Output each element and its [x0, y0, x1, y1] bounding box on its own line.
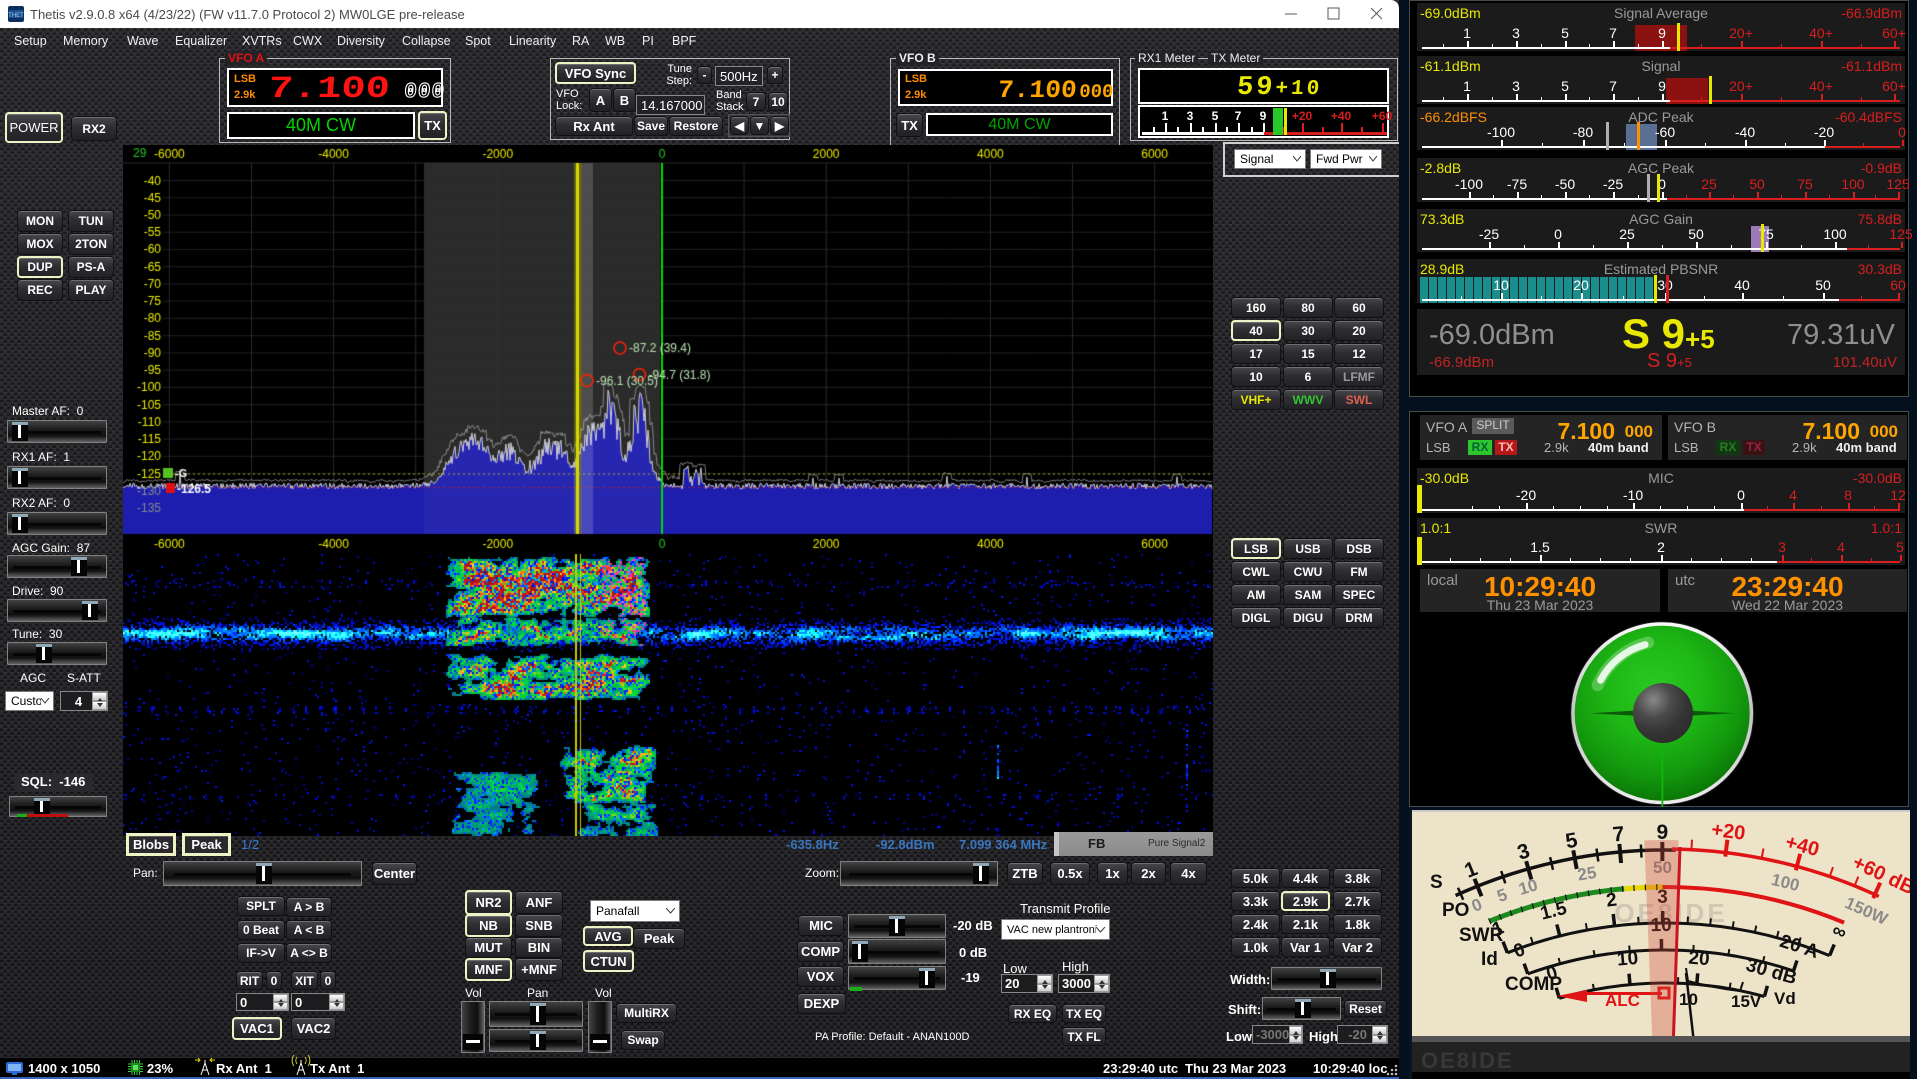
svg-text:OE8IDE: OE8IDE	[1421, 1048, 1514, 1073]
svg-text:THET: THET	[8, 13, 24, 19]
svg-text:7: 7	[1612, 823, 1626, 847]
svg-text:20: 20	[1688, 948, 1711, 971]
svg-text:SWR: SWR	[1459, 925, 1504, 946]
svg-text:S: S	[1430, 872, 1443, 893]
svg-text:+20: +20	[1710, 819, 1746, 845]
svg-text:10: 10	[1616, 948, 1639, 971]
svg-text:PO: PO	[1442, 900, 1469, 921]
svg-text:ALC: ALC	[1605, 991, 1640, 1010]
svg-text:COMP: COMP	[1505, 974, 1562, 995]
svg-text:25: 25	[1576, 863, 1598, 885]
svg-text:Vd: Vd	[1774, 989, 1796, 1008]
svg-text:15V: 15V	[1731, 992, 1762, 1011]
svg-text:Id: Id	[1481, 949, 1498, 970]
